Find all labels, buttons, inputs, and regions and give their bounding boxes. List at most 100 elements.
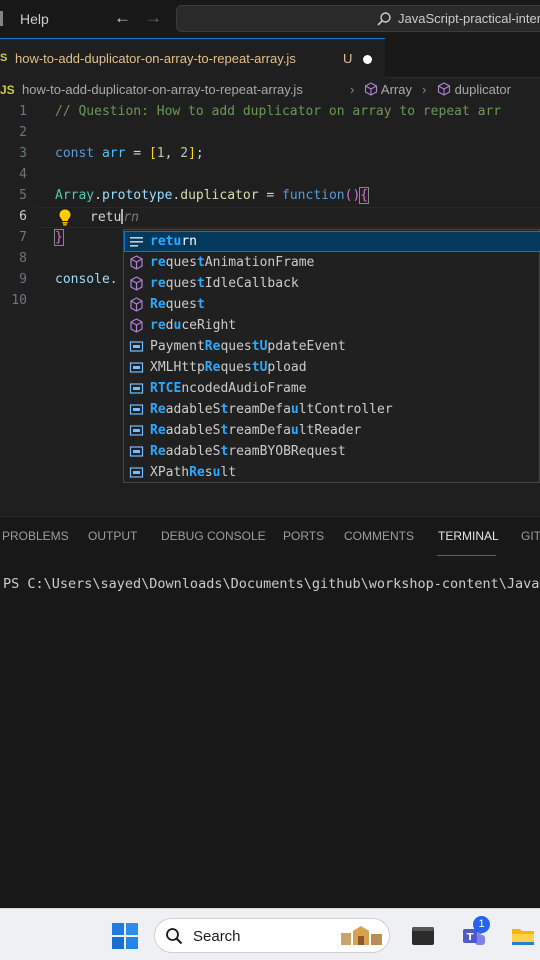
breadcrumb-symbol-duplicator[interactable]: duplicator <box>437 82 511 97</box>
menu-item-partial[interactable] <box>0 11 3 26</box>
breadcrumb-symbol-array-label: Array <box>380 82 412 97</box>
suggestion-item[interactable]: requestAnimationFrame <box>124 252 540 273</box>
breadcrumb-file[interactable]: how-to-add-duplicator-on-array-to-repeat… <box>22 82 303 97</box>
command-center-search[interactable]: JavaScript-practical-inter <box>176 5 540 32</box>
suggestion-label: ReadableStreamDefaultReader <box>150 423 362 438</box>
variable-icon <box>129 383 144 394</box>
suggestion-label: XPathResult <box>150 465 237 480</box>
code-token: duplicator <box>180 188 259 203</box>
active-tab-indicator <box>437 555 496 556</box>
editor-tab-bar: S how-to-add-duplicator-on-array-to-repe… <box>0 38 540 78</box>
search-icon <box>377 12 391 26</box>
suggestion-label: XMLHttpRequestUpload <box>150 360 307 375</box>
suggestion-item[interactable]: reduceRight <box>124 315 540 336</box>
variable-icon <box>129 446 144 457</box>
tab-ports[interactable]: PORTS <box>283 529 324 543</box>
js-file-icon: S <box>0 52 8 64</box>
forward-arrow-icon[interactable]: → <box>145 8 162 28</box>
chevron-right-icon: › <box>350 82 355 97</box>
variable-icon <box>129 341 144 352</box>
code-line-active: 6 retu rn <box>0 207 540 228</box>
line-number: 5 <box>19 188 27 203</box>
code-token: . <box>94 188 102 203</box>
tab-problems[interactable]: PROBLEMS <box>2 529 69 543</box>
tab-output[interactable]: OUTPUT <box>88 529 137 543</box>
line-number: 3 <box>19 146 27 161</box>
suggestion-item[interactable]: ReadableStreamDefaultReader <box>124 420 540 441</box>
file-explorer-icon[interactable] <box>510 923 536 949</box>
method-cube-icon <box>130 255 143 270</box>
tab-git[interactable]: GIT <box>521 529 540 543</box>
chevron-right-icon: › <box>422 82 427 97</box>
suggestion-label: reduceRight <box>150 318 237 333</box>
tab-file-name: how-to-add-duplicator-on-array-to-repeat… <box>15 51 296 66</box>
suggestion-item[interactable]: XMLHttpRequestUpload <box>124 357 540 378</box>
suggestion-label: requestAnimationFrame <box>150 255 315 270</box>
taskbar-search-box[interactable]: Search <box>154 918 390 953</box>
breadcrumb-symbol-array[interactable]: Array <box>364 82 412 97</box>
autocomplete-suggest-widget: return requestAnimationFrame requestIdleCa… <box>123 229 540 483</box>
code-token: prototype <box>101 188 173 203</box>
terminal-prompt[interactable]: PS C:\Users\sayed\Downloads\Documents\gi… <box>3 576 540 592</box>
suggestion-item[interactable]: requestIdleCallback <box>124 273 540 294</box>
windows-start-icon[interactable] <box>112 923 138 949</box>
search-icon <box>166 928 183 945</box>
suggestion-item[interactable]: PaymentRequestUpdateEvent <box>124 336 540 357</box>
code-token: 2 <box>180 146 189 161</box>
windows-taskbar: Search T <box>0 908 540 960</box>
bottom-panel: PROBLEMS OUTPUT DEBUG CONSOLE PORTS COMM… <box>0 516 540 908</box>
lightbulb-icon[interactable] <box>57 208 73 226</box>
code-token: const <box>55 146 95 161</box>
code-token: console. <box>55 272 118 287</box>
method-cube-icon <box>130 318 143 333</box>
command-center-text: JavaScript-practical-inter <box>398 11 540 26</box>
breadcrumb-symbol-duplicator-label: duplicator <box>454 82 511 97</box>
code-token: arr <box>101 146 126 161</box>
code-line: 5 Array.prototype.duplicator = function(… <box>0 186 540 207</box>
code-line: 2 <box>0 123 540 144</box>
variable-icon <box>129 404 144 415</box>
code-comment: // Question: How to add duplicator on ar… <box>55 104 502 119</box>
tab-terminal[interactable]: TERMINAL <box>438 529 499 543</box>
suggestion-item[interactable]: ReadableStreamDefaultController <box>124 399 540 420</box>
suggestion-label: Request <box>150 297 205 312</box>
suggestion-label: return <box>150 234 197 249</box>
code-token: ] <box>188 146 196 161</box>
code-token: { <box>359 187 370 204</box>
suggestion-item[interactable]: ReadableStreamBYOBRequest <box>124 441 540 462</box>
menu-item-help[interactable]: Help <box>20 11 49 27</box>
cube-icon <box>364 82 378 96</box>
code-token: 1 <box>156 146 165 161</box>
suggestion-item[interactable]: Request <box>124 294 540 315</box>
suggestion-label: ReadableStreamBYOBRequest <box>150 444 346 459</box>
variable-icon <box>129 362 144 373</box>
keyword-icon <box>130 237 143 247</box>
suggestion-item[interactable]: XPathResult <box>124 462 540 483</box>
code-token: Array <box>55 188 95 203</box>
tab-debug-console[interactable]: DEBUG CONSOLE <box>161 529 266 543</box>
terminal-app-icon[interactable] <box>410 923 436 949</box>
git-status-badge: U <box>343 51 353 66</box>
code-token: = <box>258 188 283 203</box>
code-token: function <box>282 188 345 203</box>
line-number: 7 <box>19 230 27 245</box>
suggestion-item[interactable]: return <box>124 231 540 252</box>
breadcrumb: JS how-to-add-duplicator-on-array-to-rep… <box>0 78 540 102</box>
code-token: , <box>164 146 181 161</box>
editor-tab-active[interactable]: S how-to-add-duplicator-on-array-to-repe… <box>0 38 385 78</box>
line-number: 10 <box>11 293 27 308</box>
variable-icon <box>129 467 144 478</box>
variable-icon <box>129 425 144 436</box>
cube-icon <box>437 82 451 96</box>
line-number: 1 <box>19 104 27 119</box>
suggestion-item[interactable]: RTCEncodedAudioFrame <box>124 378 540 399</box>
title-bar: Help ← → JavaScript-practical-inter <box>0 0 540 38</box>
tab-comments[interactable]: COMMENTS <box>344 529 414 543</box>
code-token: () <box>344 188 361 203</box>
code-token: } <box>54 229 64 246</box>
unsaved-dot-icon[interactable] <box>363 55 372 64</box>
line-number: 9 <box>19 272 27 287</box>
back-arrow-icon[interactable]: ← <box>114 8 131 28</box>
code-token: [ <box>148 146 157 161</box>
line-number: 4 <box>19 167 27 182</box>
